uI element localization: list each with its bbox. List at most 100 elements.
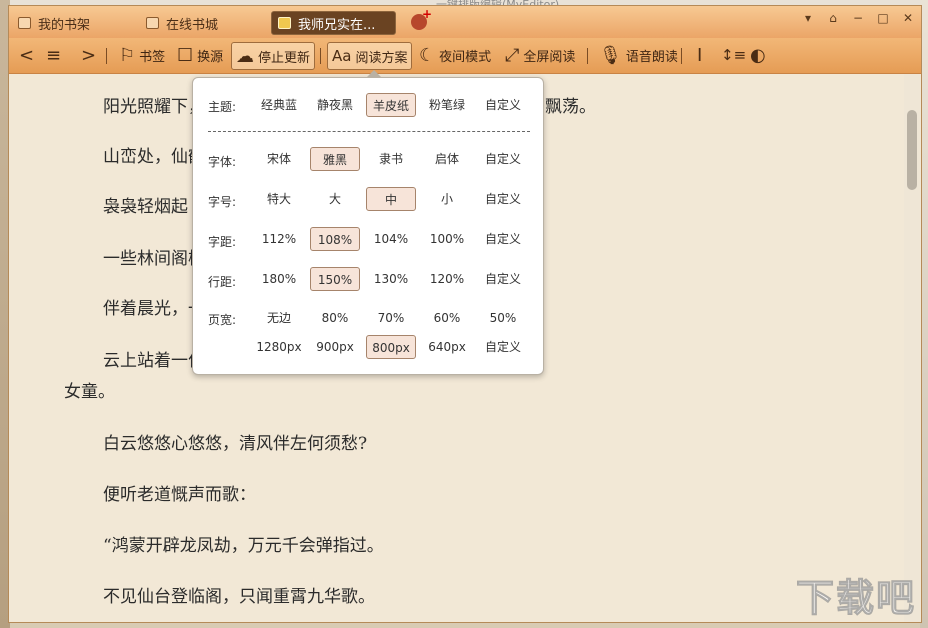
line-spacing-option[interactable]: 130%	[366, 267, 416, 291]
letter-spacing-label: 字距:	[208, 235, 237, 249]
font-label: 字体:	[208, 155, 237, 169]
tab-current-book[interactable]: 我师兄实在...	[271, 11, 396, 35]
paragraph: 白云悠悠心悠悠，清风伴左何须愁?	[103, 434, 368, 454]
line-spacing-option[interactable]: 120%	[422, 267, 472, 291]
bookshelf-icon	[18, 17, 31, 29]
line-spacing-option[interactable]: 180%	[254, 267, 304, 291]
square-icon: ☐	[177, 44, 194, 66]
window-controls: ▾ ⌂ − □ ✕	[801, 11, 915, 25]
forward-button[interactable]: >	[81, 42, 100, 68]
letter-spacing-option[interactable]: 100%	[422, 227, 472, 251]
chevron-right-icon: >	[81, 44, 97, 66]
font-size-option[interactable]: 小	[422, 187, 472, 211]
font-size-option[interactable]: 大	[310, 187, 360, 211]
store-icon	[146, 17, 159, 29]
paragraph: 袅袅轻烟起	[103, 197, 188, 217]
font-option[interactable]: 隶书	[366, 147, 416, 171]
line-spacing-button[interactable]: ↕≡	[721, 42, 750, 68]
title-bar: 我的书架 在线书城 我师兄实在... ▾ ⌂ − □ ✕	[9, 6, 921, 38]
maximize-button[interactable]: □	[876, 11, 890, 25]
page-width-px-option[interactable]: 640px	[422, 335, 472, 359]
toolbar-divider	[587, 48, 588, 64]
scrollbar-thumb[interactable]	[907, 110, 917, 190]
font-size-option[interactable]: 自定义	[478, 187, 528, 211]
page-width-option[interactable]: 无边	[254, 306, 304, 330]
expand-icon: ⤢	[505, 44, 520, 66]
toc-button[interactable]: ≡	[46, 42, 65, 68]
font-size-label: 字号:	[208, 195, 237, 209]
tab-label: 我师兄实在...	[298, 17, 376, 33]
menu-dropdown-icon[interactable]: ▾	[801, 11, 815, 25]
stop-update-label: 停止更新	[258, 50, 311, 66]
theme-option[interactable]: 自定义	[478, 93, 528, 117]
toolbar-divider	[320, 48, 321, 64]
change-source-button[interactable]: ☐ 换源	[177, 42, 223, 68]
book-icon	[278, 17, 291, 29]
reading-scheme-panel: 主题: 经典蓝 静夜黑 羊皮纸 粉笔绿 自定义 字体: 宋体 雅黑 隶书 启体 …	[192, 70, 544, 375]
minimize-button[interactable]: −	[851, 11, 865, 25]
letter-spacing-option[interactable]: 112%	[254, 227, 304, 251]
letter-spacing-option-selected[interactable]: 108%	[310, 227, 360, 251]
watermark-logo: 下载吧	[795, 576, 916, 621]
fullscreen-button[interactable]: ⤢ 全屏阅读	[505, 42, 575, 68]
paragraph: 女童。	[64, 382, 115, 402]
close-button[interactable]: ✕	[901, 11, 915, 25]
toolbar-divider	[681, 48, 682, 64]
toolbar: < ≡ > ⚐ 书签 ☐ 换源 ☁ 停止更新 Aa 阅读方案 ☾ 夜间模式 ⤢ 全屏阅读 🎙…	[9, 38, 921, 74]
font-size-option[interactable]: 特大	[254, 187, 304, 211]
tts-button[interactable]: 🎙 语音朗读	[599, 42, 678, 68]
new-tab-icon[interactable]	[411, 7, 432, 30]
change-source-label: 换源	[197, 49, 224, 65]
reading-scheme-label: 阅读方案	[355, 50, 408, 66]
page-width-label: 页宽:	[208, 313, 237, 327]
letter-spacing-option[interactable]: 自定义	[478, 227, 528, 251]
line-spacing-label: 行距:	[208, 275, 237, 289]
page-width-px-option[interactable]: 自定义	[478, 335, 528, 359]
list-icon: ≡	[46, 44, 62, 66]
night-mode-button[interactable]: ☾ 夜间模式	[419, 42, 491, 68]
text-cursor-button[interactable]: I	[697, 42, 706, 68]
page-width-option[interactable]: 70%	[366, 306, 416, 330]
font-option[interactable]: 宋体	[254, 147, 304, 171]
bookmark-button[interactable]: ⚐ 书签	[119, 42, 165, 68]
paragraph: 便听老道慨声而歌：	[103, 485, 256, 505]
paragraph: “鸿蒙开辟龙凤劫，万元千会弹指过。	[103, 536, 384, 556]
paragraph: 不见仙台登临阁，只闻重霄九华歌。	[103, 587, 375, 607]
font-option-selected[interactable]: 雅黑	[310, 147, 360, 171]
text-cursor-icon: I	[697, 44, 703, 66]
contrast-button[interactable]: ◐	[750, 42, 770, 68]
line-spacing-option[interactable]: 自定义	[478, 267, 528, 291]
moon-icon: ☾	[419, 44, 436, 66]
theme-option[interactable]: 静夜黑	[310, 93, 360, 117]
tab-label: 我的书架	[38, 17, 91, 33]
page-width-px-option[interactable]: 1280px	[254, 335, 304, 359]
line-spacing-icon: ↕≡	[721, 46, 747, 64]
skin-icon[interactable]: ⌂	[826, 11, 840, 25]
contrast-icon: ◐	[750, 44, 766, 66]
font-option[interactable]: 自定义	[478, 147, 528, 171]
page-width-option[interactable]: 80%	[310, 306, 360, 330]
line-spacing-option-selected[interactable]: 150%	[310, 267, 360, 291]
theme-option-selected[interactable]: 羊皮纸	[366, 93, 416, 117]
font-size-option-selected[interactable]: 中	[366, 187, 416, 211]
reading-scheme-button[interactable]: Aa 阅读方案	[327, 42, 413, 70]
page-width-px-option[interactable]: 900px	[310, 335, 360, 359]
tab-label: 在线书城	[166, 17, 219, 33]
letter-spacing-option[interactable]: 104%	[366, 227, 416, 251]
theme-option[interactable]: 经典蓝	[254, 93, 304, 117]
back-button[interactable]: <	[19, 42, 38, 68]
tab-bookshelf[interactable]: 我的书架	[18, 11, 90, 35]
tab-online-store[interactable]: 在线书城	[146, 11, 218, 35]
page-width-option[interactable]: 60%	[422, 306, 472, 330]
theme-option[interactable]: 粉笔绿	[422, 93, 472, 117]
chevron-left-icon: <	[19, 44, 35, 66]
cloud-icon: ☁	[236, 45, 254, 67]
font-option[interactable]: 启体	[422, 147, 472, 171]
bookmark-icon: ⚐	[119, 44, 136, 66]
vertical-scrollbar[interactable]	[904, 74, 920, 622]
page-width-option[interactable]: 50%	[478, 306, 528, 330]
microphone-icon: 🎙	[599, 44, 622, 66]
page-width-px-option-selected[interactable]: 800px	[366, 335, 416, 359]
stop-update-button[interactable]: ☁ 停止更新	[231, 42, 316, 70]
night-mode-label: 夜间模式	[439, 49, 492, 65]
